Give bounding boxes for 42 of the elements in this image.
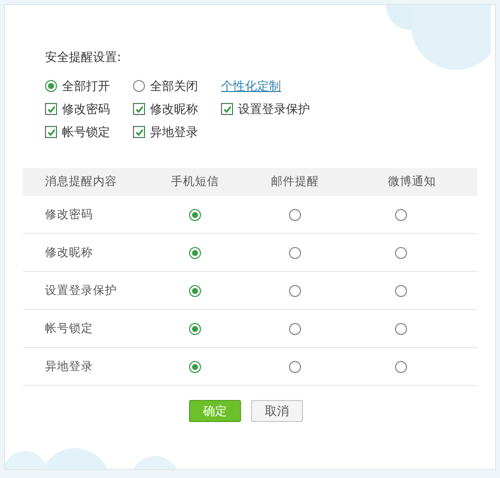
radio-button[interactable] xyxy=(133,80,145,92)
checkbox[interactable] xyxy=(133,103,145,115)
radio-button[interactable] xyxy=(395,322,407,334)
checkbox[interactable] xyxy=(45,126,57,138)
table-cell-text: 异地登录 xyxy=(44,358,94,375)
radio-button[interactable] xyxy=(189,322,201,334)
table-cell-text: 修改密码 xyxy=(44,206,94,223)
checkbox-label: 帐号锁定 xyxy=(62,124,110,141)
radio-button[interactable] xyxy=(289,360,301,372)
section-title: 安全提醒设置: xyxy=(45,49,122,66)
radio-button[interactable] xyxy=(395,208,407,220)
table-cell-text: 修改昵称 xyxy=(44,244,94,261)
checkbox[interactable] xyxy=(133,126,145,138)
radio-button[interactable] xyxy=(395,284,407,296)
radio-label: 全部关闭 xyxy=(150,78,198,95)
radio-button[interactable] xyxy=(189,208,201,220)
table-cell-text: 设置登录保护 xyxy=(44,282,118,299)
checkbox-label: 异地登录 xyxy=(150,124,198,141)
radio-button[interactable] xyxy=(189,246,201,258)
checkbox-label: 设置登录保护 xyxy=(238,101,310,118)
radio-button[interactable] xyxy=(289,284,301,296)
confirm-button[interactable]: 确定 xyxy=(189,400,241,422)
checkbox[interactable] xyxy=(45,103,57,115)
radio-button[interactable] xyxy=(289,208,301,220)
column-header: 微博通知 xyxy=(387,173,437,190)
checkbox[interactable] xyxy=(221,103,233,115)
radio-label: 全部打开 xyxy=(62,78,110,95)
radio-button[interactable] xyxy=(189,360,201,372)
radio-button[interactable] xyxy=(289,246,301,258)
column-header: 手机短信 xyxy=(170,173,220,190)
cancel-button[interactable]: 取消 xyxy=(251,400,303,422)
radio-button[interactable] xyxy=(289,322,301,334)
radio-button[interactable] xyxy=(395,246,407,258)
checkbox-label: 修改密码 xyxy=(62,101,110,118)
customize-link[interactable]: 个性化定制 xyxy=(221,77,281,95)
radio-button[interactable] xyxy=(189,284,201,296)
radio-button[interactable] xyxy=(395,360,407,372)
column-header: 邮件提醒 xyxy=(270,173,320,190)
checkbox-label: 修改昵称 xyxy=(150,101,198,118)
column-header: 消息提醒内容 xyxy=(44,173,118,190)
radio-button[interactable] xyxy=(45,80,57,92)
table-cell-text: 帐号锁定 xyxy=(44,320,94,337)
